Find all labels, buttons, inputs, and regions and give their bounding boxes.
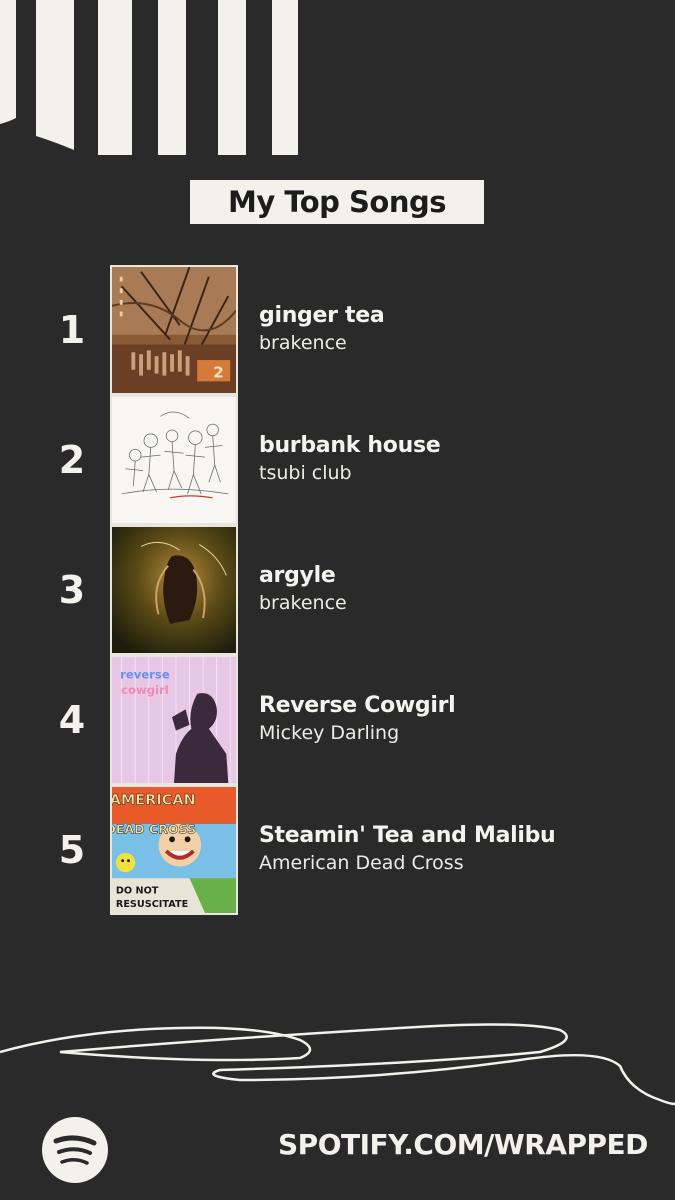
album-cover-reverse-cowgirl: reverse cowgirl bbox=[110, 655, 238, 785]
song-row-4[interactable]: 4 reverse cowgirl Reverse Cowgirl Mickey… bbox=[0, 655, 675, 785]
song-row-3[interactable]: 3 argyle brakence bbox=[0, 525, 675, 655]
song-info: Steamin' Tea and Malibu American Dead Cr… bbox=[259, 822, 659, 876]
cover-text-mid: DEAD CROSS bbox=[112, 822, 196, 837]
cover-text-bottom1: DO NOT bbox=[116, 886, 159, 897]
svg-text:reverse: reverse bbox=[120, 667, 170, 681]
song-rank: 3 bbox=[58, 568, 86, 612]
song-row-1[interactable]: 1 2 ginger tea brakence bbox=[0, 265, 675, 395]
svg-text:cowgirl: cowgirl bbox=[121, 683, 169, 697]
page-title: My Top Songs bbox=[190, 180, 484, 224]
decorative-stripes bbox=[0, 0, 300, 160]
song-title: burbank house bbox=[259, 433, 441, 458]
song-artist: Mickey Darling bbox=[259, 722, 400, 744]
spotify-logo-icon[interactable] bbox=[42, 1117, 108, 1183]
song-title: Steamin' Tea and Malibu bbox=[259, 823, 556, 848]
footer-url-link[interactable]: SPOTIFY.COM/WRAPPED bbox=[278, 1125, 648, 1165]
album-cover-american-dead-cross: AMERICAN DEAD CROSS DO NOT RESUSCITATE bbox=[110, 785, 238, 915]
top-songs-list: 1 2 ginger tea brakence 2 burbank house … bbox=[0, 265, 675, 915]
decorative-wave bbox=[0, 1023, 675, 1106]
album-cover-argyle bbox=[110, 525, 238, 655]
song-row-5[interactable]: 5 AMERICAN DEAD CROSS DO NOT RESUSCITATE… bbox=[0, 785, 675, 915]
song-artist: tsubi club bbox=[259, 462, 352, 484]
cover-text-bottom2: RESUSCITATE bbox=[116, 899, 188, 910]
cover-badge: 2 bbox=[213, 363, 224, 381]
song-artist: brakence bbox=[259, 332, 347, 354]
song-info: ginger tea brakence bbox=[259, 302, 659, 356]
song-title: argyle bbox=[259, 563, 336, 588]
song-info: Reverse Cowgirl Mickey Darling bbox=[259, 692, 659, 746]
song-artist: American Dead Cross bbox=[259, 852, 464, 874]
song-title: ginger tea bbox=[259, 303, 385, 328]
song-info: burbank house tsubi club bbox=[259, 432, 659, 486]
song-info: argyle brakence bbox=[259, 562, 659, 616]
song-rank: 5 bbox=[58, 828, 86, 872]
song-rank: 2 bbox=[58, 438, 86, 482]
song-rank: 4 bbox=[58, 698, 86, 742]
song-rank: 1 bbox=[58, 308, 86, 352]
album-cover-burbank-house bbox=[110, 395, 238, 525]
album-cover-ginger-tea: 2 bbox=[110, 265, 238, 395]
song-title: Reverse Cowgirl bbox=[259, 693, 456, 718]
song-row-2[interactable]: 2 burbank house tsubi club bbox=[0, 395, 675, 525]
song-artist: brakence bbox=[259, 592, 347, 614]
cover-text-top: AMERICAN bbox=[112, 792, 196, 808]
